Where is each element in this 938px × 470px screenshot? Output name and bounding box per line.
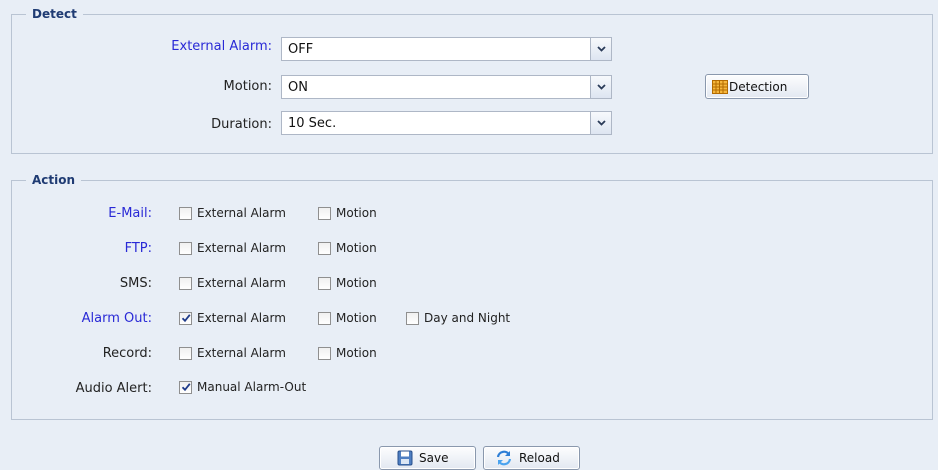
email-external-alarm-checkbox[interactable]: External Alarm	[179, 205, 286, 221]
checkbox-label: Day and Night	[424, 311, 511, 325]
checkbox-label: Motion	[336, 276, 377, 290]
action-group-title: Action	[26, 173, 82, 187]
checkbox-label: External Alarm	[197, 346, 286, 360]
record-external-alarm-checkbox[interactable]: External Alarm	[179, 345, 286, 361]
record-label: Record:	[102, 346, 152, 361]
duration-select[interactable]: 10 Sec.	[281, 111, 612, 135]
ftp-motion-checkbox[interactable]: Motion	[318, 240, 377, 256]
alarm-out-external-alarm-checkbox[interactable]: External Alarm	[179, 310, 286, 326]
chevron-down-icon[interactable]	[590, 75, 612, 99]
audio-alert-manual-alarm-out-checkbox[interactable]: Manual Alarm-Out	[179, 379, 306, 395]
external-alarm-value: OFF	[288, 42, 314, 57]
checkbox-label: External Alarm	[197, 311, 286, 325]
checkbox-box[interactable]	[406, 311, 419, 325]
email-label: E-Mail:	[108, 206, 152, 221]
alarm-out-day-night-checkbox[interactable]: Day and Night	[406, 310, 510, 326]
save-button[interactable]: Save	[379, 446, 476, 470]
sms-motion-checkbox[interactable]: Motion	[318, 275, 377, 291]
reload-button-label: Reload	[519, 451, 560, 465]
motion-label: Motion:	[223, 79, 272, 94]
duration-label: Duration:	[211, 117, 272, 132]
email-motion-checkbox[interactable]: Motion	[318, 205, 377, 221]
checkbox-box[interactable]	[179, 206, 192, 220]
checkbox-box[interactable]	[318, 276, 331, 290]
record-motion-checkbox[interactable]: Motion	[318, 345, 377, 361]
checkbox-label: Motion	[336, 346, 377, 360]
checkmark-icon	[181, 313, 191, 322]
motion-select[interactable]: ON	[281, 75, 612, 99]
ftp-external-alarm-checkbox[interactable]: External Alarm	[179, 240, 286, 256]
grid-icon	[712, 79, 728, 94]
save-button-label: Save	[419, 451, 449, 465]
checkbox-box[interactable]	[179, 380, 192, 394]
checkbox-label: External Alarm	[197, 206, 286, 220]
external-alarm-select[interactable]: OFF	[281, 37, 612, 61]
alarm-out-label: Alarm Out:	[81, 311, 152, 326]
alarm-out-motion-checkbox[interactable]: Motion	[318, 310, 377, 326]
checkbox-label: External Alarm	[197, 276, 286, 290]
checkbox-box[interactable]	[318, 206, 331, 220]
detect-group-title: Detect	[26, 7, 83, 21]
external-alarm-label: External Alarm:	[171, 39, 272, 54]
duration-value: 10 Sec.	[288, 116, 337, 131]
chevron-down-icon[interactable]	[590, 37, 612, 61]
motion-value: ON	[288, 80, 308, 95]
refresh-icon	[495, 450, 513, 466]
checkbox-box[interactable]	[179, 346, 192, 360]
checkbox-label: Motion	[336, 241, 377, 255]
checkbox-box[interactable]	[179, 311, 192, 325]
action-group: Action E-Mail: External Alarm Motion FTP…	[11, 173, 933, 420]
sms-label: SMS:	[119, 276, 152, 291]
checkbox-box[interactable]	[179, 241, 192, 255]
audio-alert-label: Audio Alert:	[75, 381, 152, 396]
chevron-down-icon[interactable]	[590, 111, 612, 135]
floppy-disk-icon	[397, 450, 413, 466]
checkbox-label: Motion	[336, 311, 377, 325]
detection-button-label: Detection	[729, 79, 788, 94]
checkbox-box[interactable]	[318, 346, 331, 360]
checkmark-icon	[181, 382, 191, 391]
detect-group: Detect External Alarm: OFF Motion: ON De…	[11, 7, 933, 154]
checkbox-label: Motion	[336, 206, 377, 220]
reload-button[interactable]: Reload	[483, 446, 580, 470]
checkbox-box[interactable]	[318, 311, 331, 325]
checkbox-label: External Alarm	[197, 241, 286, 255]
detection-button[interactable]: Detection	[705, 74, 809, 99]
checkbox-label: Manual Alarm-Out	[197, 380, 307, 394]
checkbox-box[interactable]	[318, 241, 331, 255]
checkbox-box[interactable]	[179, 276, 192, 290]
ftp-label: FTP:	[124, 241, 152, 256]
sms-external-alarm-checkbox[interactable]: External Alarm	[179, 275, 286, 291]
